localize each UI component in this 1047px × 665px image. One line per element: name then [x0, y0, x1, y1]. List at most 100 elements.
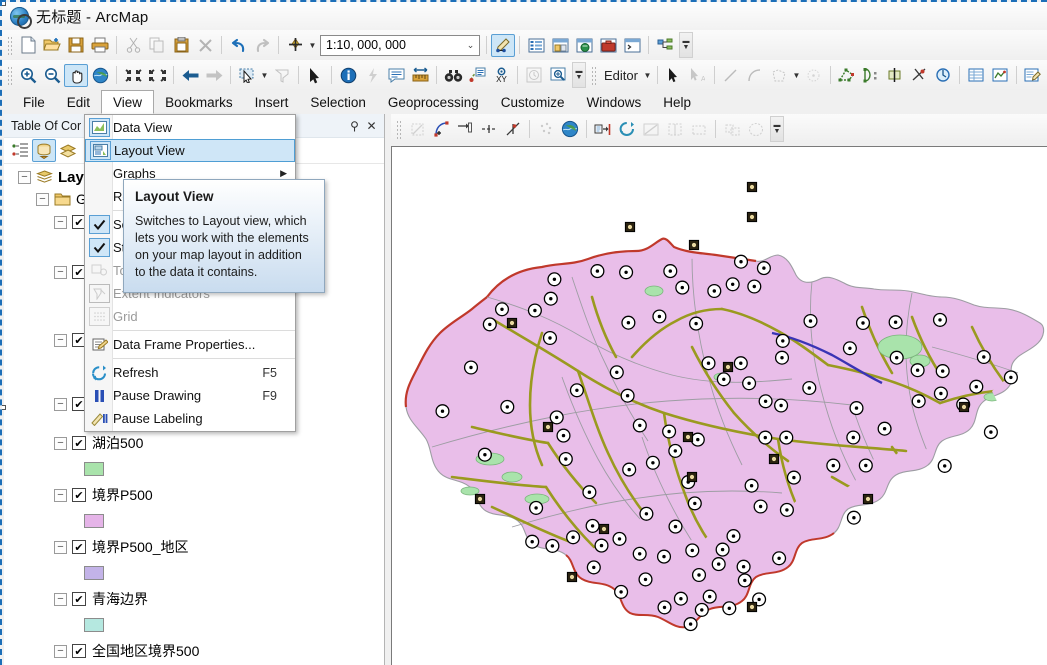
edit-annotation-tool-button[interactable]: A — [686, 64, 710, 87]
expand-collapse-icon[interactable]: − — [54, 397, 67, 411]
panel-resize-handle[interactable] — [2, 2, 6, 6]
topology-toolbar-overflow-button[interactable]: ▬ ▼ — [770, 116, 784, 142]
menu-customize[interactable]: Customize — [490, 90, 576, 114]
menu-insert[interactable]: Insert — [244, 90, 300, 114]
standard-toolbar-overflow-button[interactable]: ▬ ▼ — [679, 32, 693, 58]
error-inspector-button[interactable] — [639, 118, 663, 141]
search-window-button[interactable] — [572, 34, 596, 57]
print-map-button[interactable] — [88, 34, 112, 57]
find-button[interactable] — [441, 64, 465, 87]
attributes-table-button[interactable] — [964, 64, 988, 87]
expand-collapse-icon[interactable]: − — [54, 436, 67, 450]
editor-dropdown-caret[interactable]: ▼ — [642, 64, 653, 86]
toc-layer-quanguodiqu500[interactable]: − ✔ 全国地区境界500 — [4, 638, 384, 664]
toc-list-by-drawing-order-button[interactable] — [8, 139, 32, 162]
validate-topology-button[interactable] — [615, 118, 639, 141]
toc-layer-jingjiep500-diqu-symbol[interactable] — [4, 560, 384, 586]
end-snap-button[interactable] — [453, 118, 477, 141]
qinghai-province-map[interactable] — [392, 147, 1047, 665]
rotate-tool-button[interactable] — [931, 64, 955, 87]
select-features-button[interactable] — [235, 64, 259, 87]
paste-button[interactable] — [169, 34, 193, 57]
trace-polygon-button[interactable] — [767, 64, 791, 87]
add-data-dropdown-caret[interactable]: ▼ — [307, 34, 318, 56]
construct-features-button[interactable] — [663, 118, 687, 141]
menu-file[interactable]: File — [12, 90, 56, 114]
buffer-features-button[interactable] — [744, 118, 768, 141]
expand-collapse-icon[interactable]: − — [54, 644, 67, 658]
map-data-frame[interactable] — [391, 146, 1047, 665]
globe-snap-button[interactable] — [558, 118, 582, 141]
html-popup-button[interactable] — [384, 64, 408, 87]
chevron-down-icon[interactable]: ⌄ — [462, 40, 479, 51]
menu-view[interactable]: View — [101, 90, 155, 114]
menu-windows[interactable]: Windows — [576, 90, 653, 114]
go-forward-extent-button[interactable] — [202, 64, 226, 87]
menu-item-data-frame-properties[interactable]: Data Frame Properties... — [85, 333, 295, 356]
table-of-contents-button[interactable] — [524, 34, 548, 57]
toolbar-grip[interactable] — [6, 35, 13, 55]
menu-item-refresh[interactable]: Refresh F5 — [85, 361, 295, 384]
toc-layer-jingjiep500[interactable]: − ✔ 境界P500 — [4, 482, 384, 508]
layer-visibility-checkbox[interactable]: ✔ — [72, 644, 86, 658]
measure-button[interactable] — [408, 64, 432, 87]
toc-layer-hupo500[interactable]: − ✔ 湖泊500 — [4, 430, 384, 456]
menu-bookmarks[interactable]: Bookmarks — [154, 90, 244, 114]
find-route-button[interactable] — [465, 64, 489, 87]
zoom-in-button[interactable] — [16, 64, 40, 87]
cut-polygons-button[interactable] — [883, 64, 907, 87]
tools-toolbar-overflow-button[interactable]: ▬ ▼ — [572, 62, 586, 88]
layer-visibility-checkbox[interactable]: ✔ — [72, 592, 86, 606]
add-data-button[interactable] — [283, 34, 307, 57]
menu-help[interactable]: Help — [652, 90, 702, 114]
expand-collapse-icon[interactable]: − — [54, 265, 67, 279]
create-viewer-window-button[interactable] — [546, 64, 570, 87]
toc-list-by-source-button[interactable] — [32, 139, 56, 162]
map-scale-value[interactable]: 1:10, 000, 000 — [321, 38, 462, 52]
midpoint-snap-button[interactable] — [477, 118, 501, 141]
split-tool-button[interactable] — [907, 64, 931, 87]
merge-features-button[interactable] — [720, 118, 744, 141]
toc-layer-hupo500-symbol[interactable] — [4, 456, 384, 482]
identify-button[interactable] — [336, 64, 360, 87]
editor-toolbar-toggle-button[interactable] — [491, 33, 515, 57]
editor-toolbar-grip[interactable] — [590, 65, 597, 85]
map-scale-combobox[interactable]: 1:10, 000, 000 ⌄ — [320, 34, 480, 56]
open-map-button[interactable] — [40, 34, 64, 57]
menu-item-layout-view[interactable]: Layout View — [85, 139, 295, 162]
hyperlink-button[interactable] — [360, 64, 384, 87]
topology-edit-tool-button[interactable] — [591, 118, 615, 141]
snap-edit-sketch-button[interactable] — [405, 118, 429, 141]
sketch-summary-button[interactable] — [988, 64, 1012, 87]
save-map-button[interactable] — [64, 34, 88, 57]
menu-item-pause-drawing[interactable]: Pause Drawing F9 — [85, 384, 295, 407]
expand-collapse-icon[interactable]: − — [54, 488, 67, 502]
python-window-button[interactable] — [620, 34, 644, 57]
cut-button[interactable] — [121, 34, 145, 57]
sketch-properties-button[interactable] — [802, 64, 826, 87]
select-features-dropdown-caret[interactable]: ▼ — [259, 64, 270, 86]
expand-collapse-icon[interactable]: − — [36, 192, 49, 206]
layer-visibility-checkbox[interactable]: ✔ — [72, 488, 86, 502]
layer-visibility-checkbox[interactable]: ✔ — [72, 540, 86, 554]
panel-resize-handle[interactable] — [2, 405, 6, 410]
toc-list-by-visibility-button[interactable] — [56, 139, 80, 162]
trace-dropdown-caret[interactable]: ▼ — [791, 64, 802, 86]
reshape-feature-button[interactable] — [859, 64, 883, 87]
zoom-out-button[interactable] — [40, 64, 64, 87]
arctoolbox-window-button[interactable] — [596, 34, 620, 57]
expand-collapse-icon[interactable]: − — [54, 592, 67, 606]
straight-segment-button[interactable] — [719, 64, 743, 87]
menu-edit[interactable]: Edit — [56, 90, 101, 114]
point-cloud-snap-button[interactable] — [534, 118, 558, 141]
menu-item-grid[interactable]: Grid — [85, 305, 295, 328]
menu-geoprocessing[interactable]: Geoprocessing — [377, 90, 490, 114]
menu-item-data-view[interactable]: Data View — [85, 116, 295, 139]
delete-button[interactable] — [193, 34, 217, 57]
fixed-zoom-in-button[interactable] — [121, 64, 145, 87]
toolbar-grip[interactable] — [6, 65, 13, 85]
toc-layer-jingjiep500-diqu[interactable]: − ✔ 境界P500_地区 — [4, 534, 384, 560]
copy-button[interactable] — [145, 34, 169, 57]
toc-layer-qinghaibianjie-symbol[interactable] — [4, 612, 384, 638]
undo-button[interactable] — [226, 34, 250, 57]
